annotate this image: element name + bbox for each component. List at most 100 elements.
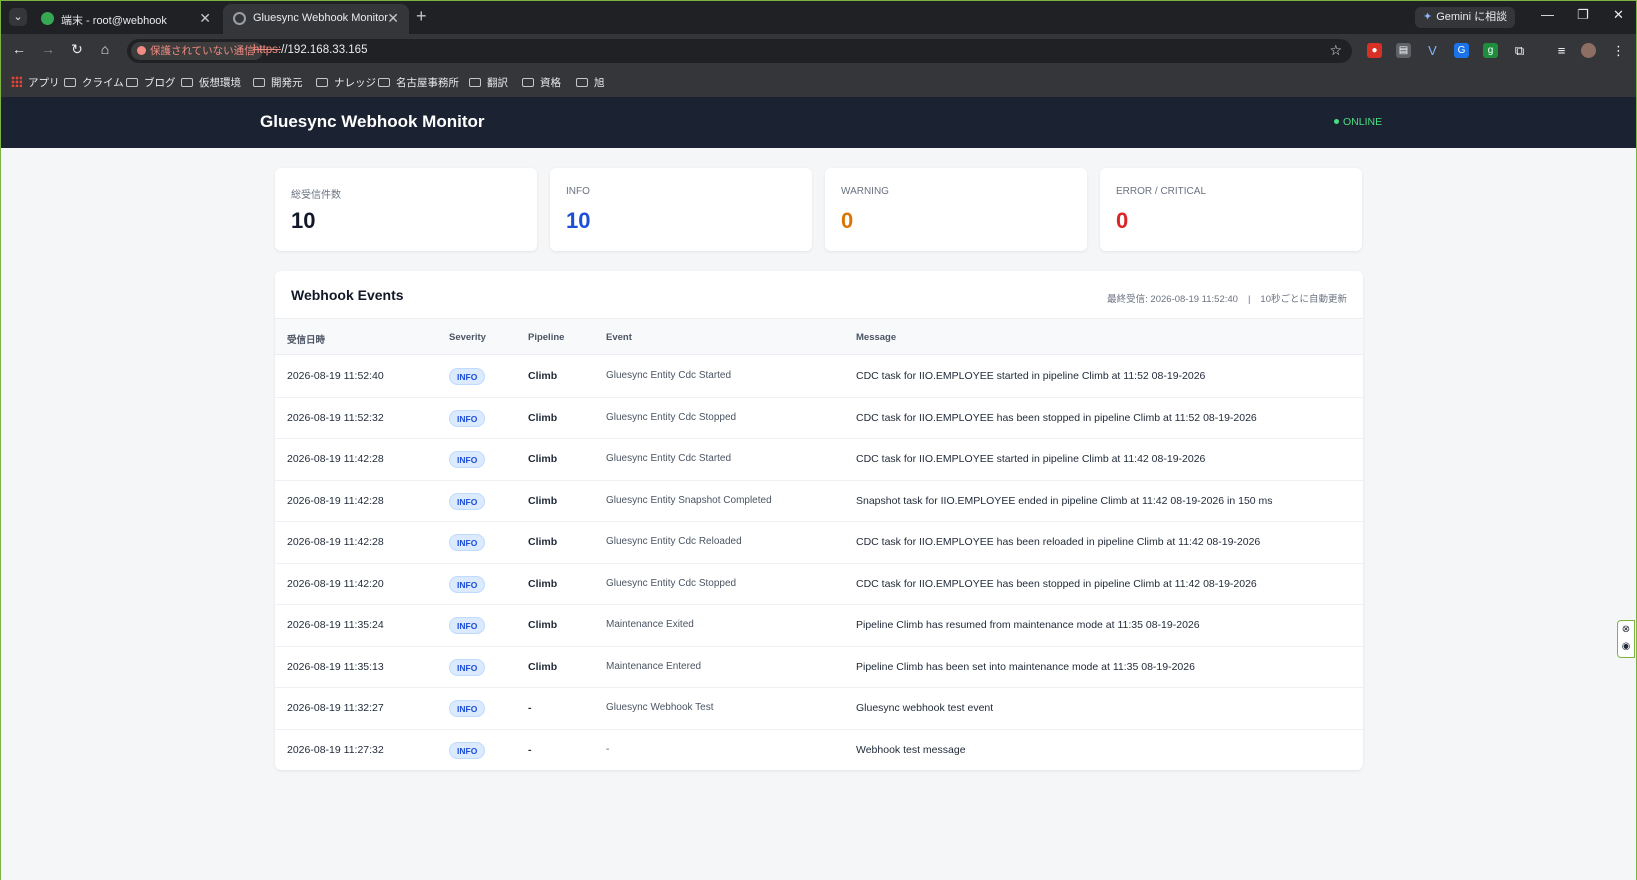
cell-time: 2026-08-19 11:35:24	[287, 619, 384, 631]
restore-button[interactable]: ❐	[1577, 7, 1589, 23]
close-tab-icon[interactable]: ✕	[387, 10, 399, 27]
tab-terminal[interactable]: 端末 - root@webhook ✕	[31, 4, 221, 34]
extension-v-icon[interactable]: V	[1425, 43, 1440, 58]
cell-message: Pipeline Climb has been set into mainten…	[856, 660, 1195, 673]
reload-icon[interactable]: ↻	[67, 41, 87, 58]
last-received: 最終受信: 2026-08-19 11:52:40	[1107, 294, 1238, 305]
severity-badge: INFO	[449, 368, 486, 385]
bookmark-folder[interactable]: ブログ	[126, 75, 176, 90]
cell-pipeline: Climb	[528, 577, 558, 590]
bookmark-apps[interactable]: アプリ	[11, 75, 60, 90]
severity-badge: INFO	[449, 617, 486, 634]
status-dot-icon	[1334, 119, 1339, 124]
cell-time: 2026-08-19 11:35:13	[287, 660, 384, 673]
folder-icon	[576, 78, 588, 87]
bookmark-folder[interactable]: 翻訳	[469, 75, 508, 90]
forward-arrow-icon[interactable]: →	[38, 41, 58, 57]
gemini-button[interactable]: ✦ Gemini に相談	[1415, 7, 1515, 28]
tab-label: 端末 - root@webhook	[61, 15, 167, 27]
home-icon[interactable]: ⌂	[95, 41, 115, 57]
extensions-puzzle-icon[interactable]: ⧉	[1512, 43, 1527, 58]
bookmark-star-icon[interactable]: ☆	[1329, 42, 1342, 59]
stat-value: 10	[566, 208, 591, 233]
security-chip-label: 保護されていない通信	[150, 45, 255, 57]
url-text[interactable]: https://192.168.33.165	[253, 44, 367, 56]
minimize-button[interactable]: —	[1541, 7, 1554, 22]
tab-search-button[interactable]: ⌄	[9, 8, 27, 26]
bookmark-folder[interactable]: 仮想環境	[181, 75, 241, 90]
cell-message: CDC task for IIO.EMPLOYEE started in pip…	[856, 370, 1206, 382]
severity-badge: INFO	[449, 700, 486, 717]
sparkle-icon: ✦	[1423, 11, 1433, 23]
stat-label: ERROR / CRITICAL	[1116, 186, 1207, 197]
cell-time: 2026-08-19 11:42:28	[287, 536, 384, 548]
extension-icon[interactable]: g	[1483, 43, 1498, 58]
table-row: 2026-08-19 11:42:28 INFO Climb Gluesync Ent…	[275, 481, 1363, 522]
security-warning-chip[interactable]: 保護されていない通信	[131, 42, 263, 60]
refresh-note: 10秒ごとに自動更新	[1260, 294, 1347, 305]
url-host: //192.168.33.165	[281, 44, 368, 56]
app-header: Gluesync Webhook Monitor ONLINE	[0, 97, 1637, 148]
cell-event: Gluesync Entity Snapshot Completed	[606, 494, 772, 506]
column-header-message: Message	[856, 332, 897, 343]
target-icon[interactable]: ◉	[1618, 638, 1634, 655]
bookmark-folder[interactable]: ナレッジ	[316, 75, 376, 90]
bookmark-label: クライム	[82, 77, 124, 89]
media-controls-icon[interactable]: ≡	[1554, 43, 1569, 58]
page-title: Gluesync Webhook Monitor	[260, 112, 485, 131]
status-label: ONLINE	[1343, 116, 1383, 128]
extension-icon[interactable]: ▤	[1396, 43, 1411, 58]
close-circle-icon[interactable]: ⊗	[1618, 621, 1634, 638]
avatar[interactable]	[1581, 43, 1596, 58]
cell-message: Gluesync webhook test event	[856, 702, 994, 714]
close-tab-icon[interactable]: ✕	[199, 10, 211, 27]
browser-toolbar: ← → ↻ ⌂ 保護されていない通信 https://192.168.33.16…	[1, 34, 1636, 68]
severity-badge: INFO	[449, 492, 486, 510]
cell-pipeline: Climb	[528, 411, 558, 424]
bookmark-label: 開発元	[271, 77, 303, 89]
events-title: Webhook Events	[291, 287, 404, 303]
stat-label: WARNING	[841, 186, 889, 197]
cell-pipeline: Climb	[528, 619, 558, 631]
stat-card-info: INFO 10	[550, 168, 812, 251]
table-row: 2026-08-19 11:42:28 INFO Climb Gluesync Ent…	[275, 439, 1363, 481]
translate-icon[interactable]: G	[1454, 43, 1469, 58]
side-widget[interactable]: ⊗ ◉	[1617, 620, 1635, 658]
table-row: 2026-08-19 11:32:27 INFO - Gluesync Webhook…	[275, 688, 1363, 730]
new-tab-button[interactable]: +	[416, 6, 427, 27]
bookmark-folder[interactable]: 旭	[576, 75, 605, 90]
bookmark-folder[interactable]: 開発元	[253, 75, 303, 90]
stat-value: 0	[1116, 208, 1129, 233]
column-header-time: 受信日時	[287, 335, 326, 346]
back-arrow-icon[interactable]: ←	[9, 41, 29, 57]
cell-time: 2026-08-19 11:42:20	[287, 577, 384, 590]
gemini-label: Gemini に相談	[1436, 11, 1508, 23]
bookmark-folder[interactable]: 資格	[522, 75, 561, 90]
cell-message: CDC task for IIO.EMPLOYEE has been stopp…	[856, 411, 1257, 424]
tab-webhook-monitor[interactable]: Gluesync Webhook Monitor ✕	[223, 4, 409, 34]
menu-kebab-icon[interactable]: ⋮	[1611, 43, 1626, 58]
table-row: 2026-08-19 11:42:28 INFO Climb Gluesync Ent…	[275, 522, 1363, 564]
address-bar[interactable]: 保護されていない通信 https://192.168.33.165 ☆	[127, 39, 1352, 63]
cell-message: Pipeline Climb has resumed from maintena…	[856, 619, 1200, 631]
extension-icon[interactable]: ●	[1367, 43, 1382, 58]
stat-card-total: 総受信件数 10	[275, 168, 537, 251]
table-row: 2026-08-19 11:35:13 INFO Climb Maintenance …	[275, 647, 1363, 688]
cell-event: -	[606, 743, 610, 755]
bookmark-label: 仮想環境	[199, 77, 241, 89]
cell-message: Webhook test message	[856, 743, 966, 756]
cell-pipeline: -	[528, 702, 532, 714]
events-meta: 最終受信: 2026-08-19 11:52:40 | 10秒ごとに自動更新	[1107, 291, 1347, 305]
table-row: 2026-08-19 11:35:24 INFO Climb Maintenance …	[275, 605, 1363, 647]
cell-event: Gluesync Webhook Test	[606, 702, 714, 713]
cell-time: 2026-08-19 11:27:32	[287, 743, 384, 756]
bookmark-folder[interactable]: クライム	[64, 75, 124, 90]
bookmark-label: ナレッジ	[334, 77, 376, 89]
severity-badge: INFO	[449, 409, 486, 427]
close-window-button[interactable]: ✕	[1613, 7, 1624, 23]
column-header-pipeline: Pipeline	[528, 332, 565, 343]
events-panel-header: Webhook Events 最終受信: 2026-08-19 11:52:40…	[275, 271, 1363, 319]
stat-value: 0	[841, 208, 854, 233]
bookmark-folder[interactable]: 名古屋事務所	[378, 75, 459, 90]
stat-value: 10	[291, 208, 316, 233]
